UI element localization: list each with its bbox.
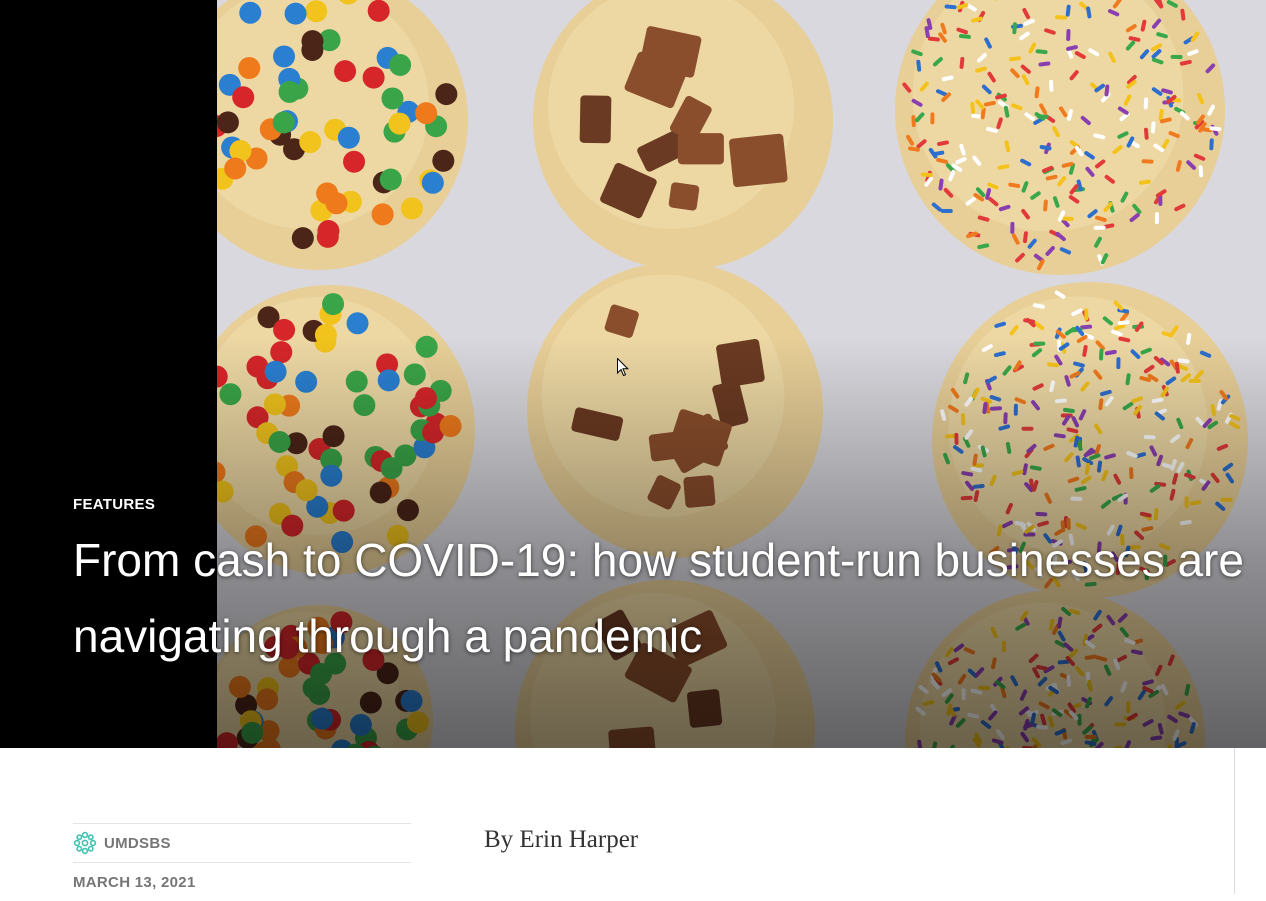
author-avatar-icon[interactable] (73, 831, 97, 855)
featured-hero: FEATURES From cash to COVID-19: how stud… (0, 0, 1266, 748)
author-row: UMDSBS (73, 823, 411, 862)
category-link-features[interactable]: FEATURES (73, 496, 155, 513)
article-title: From cash to COVID-19: how student-run b… (73, 522, 1253, 674)
author-link[interactable]: UMDSBS (104, 835, 171, 852)
mouse-cursor-icon (617, 358, 629, 377)
entry-meta: UMDSBS MARCH 13, 2021 (73, 823, 411, 901)
content-border (1234, 748, 1235, 894)
date-row: MARCH 13, 2021 (73, 862, 411, 901)
post-date[interactable]: MARCH 13, 2021 (73, 874, 196, 891)
article-byline: By Erin Harper (484, 826, 638, 854)
